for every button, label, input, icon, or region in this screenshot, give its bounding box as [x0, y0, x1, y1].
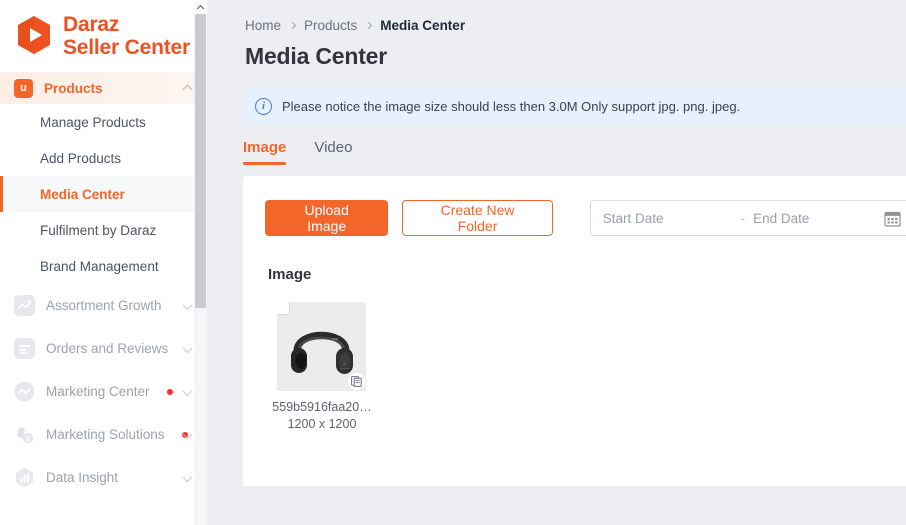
- sidebar-item-data-insight[interactable]: Data Insight: [0, 456, 207, 499]
- media-select-checkbox[interactable]: [277, 302, 290, 315]
- sidebar-item-orders-and-reviews[interactable]: Orders and Reviews: [0, 327, 207, 370]
- sidebar-item-marketing-solutions[interactable]: $ Marketing Solutions: [0, 413, 207, 456]
- upload-image-button[interactable]: Upload Image: [265, 200, 389, 236]
- megaphone-coin-icon: $: [14, 424, 35, 445]
- start-date-input[interactable]: [602, 210, 733, 226]
- tab-label: Video: [314, 139, 353, 156]
- sidebar-main-items: Assortment Growth Orders and Reviews Mar…: [0, 284, 207, 499]
- chevron-down-icon: [182, 471, 193, 482]
- scrollbar-up-button[interactable]: [194, 0, 207, 14]
- tab-bar: Image Video: [243, 139, 906, 165]
- scrollbar-thumb[interactable]: [195, 14, 206, 308]
- sidebar-item-label: Orders and Reviews: [46, 341, 169, 356]
- section-title-image: Image: [268, 266, 312, 283]
- wave-circle-icon: [14, 381, 35, 402]
- media-file-dimensions: 1200 x 1200: [287, 417, 357, 431]
- sidebar-subitem-label: Media Center: [40, 186, 125, 202]
- notification-dot: [166, 388, 173, 395]
- breadcrumb-products[interactable]: Products: [304, 18, 357, 33]
- media-panel: Upload Image Create New Folder -: [243, 176, 906, 486]
- svg-text:$: $: [26, 436, 30, 443]
- media-item[interactable]: 559b5916faa20… 1200 x 1200: [272, 302, 387, 431]
- end-date-input[interactable]: [753, 210, 884, 226]
- tab-video[interactable]: Video: [314, 139, 352, 165]
- trend-up-icon: [14, 295, 35, 316]
- document-copy-icon[interactable]: [348, 373, 365, 390]
- info-circle-icon: i: [255, 97, 272, 115]
- info-banner: i Please notice the image size should le…: [243, 87, 906, 125]
- sidebar-item-manage-products[interactable]: Manage Products: [0, 104, 207, 140]
- sidebar-item-marketing-center[interactable]: Marketing Center: [0, 370, 207, 413]
- toolbar: Upload Image Create New Folder -: [265, 200, 906, 236]
- daraz-logo-icon: [18, 16, 50, 54]
- brand-line1: Daraz: [63, 13, 120, 37]
- tab-label: Image: [243, 139, 287, 156]
- products-bag-icon: u: [14, 78, 33, 98]
- sidebar-item-label: Data Insight: [46, 470, 119, 485]
- chevron-down-icon: [182, 342, 193, 353]
- breadcrumb: Home Products Media Center: [221, 0, 906, 33]
- brand-line2: Seller Center: [63, 36, 190, 59]
- sidebar-subitems: Manage Products Add Products Media Cente…: [0, 104, 207, 284]
- sidebar-item-label: Marketing Center: [46, 384, 150, 399]
- app-root: Daraz Seller Center u Products Manage Pr…: [0, 0, 906, 525]
- sidebar-item-fulfilment-by-daraz[interactable]: Fulfilment by Daraz: [0, 212, 207, 248]
- sidebar-subitem-label: Fulfilment by Daraz: [40, 222, 157, 238]
- calendar-icon[interactable]: [884, 210, 901, 232]
- chevron-right-icon: [365, 21, 373, 30]
- sidebar-scrollbar[interactable]: [194, 0, 207, 525]
- media-file-name: 559b5916faa20…: [272, 400, 372, 414]
- sidebar-item-label: Marketing Solutions: [46, 427, 165, 442]
- chevron-right-icon: [288, 21, 297, 30]
- create-new-folder-button[interactable]: Create New Folder: [402, 200, 553, 236]
- info-banner-text: Please notice the image size should less…: [282, 98, 741, 114]
- sidebar-subitem-label: Add Products: [40, 150, 122, 166]
- main-content: Home Products Media Center Media Center …: [207, 0, 906, 525]
- sidebar-item-assortment-growth[interactable]: Assortment Growth: [0, 284, 207, 327]
- media-thumbnail[interactable]: [277, 302, 366, 391]
- sidebar-item-brand-management[interactable]: Brand Management: [0, 248, 207, 284]
- page-title: Media Center: [245, 43, 388, 69]
- sidebar-subitem-label: Manage Products: [40, 114, 146, 130]
- date-range-picker[interactable]: -: [589, 200, 906, 236]
- sidebar-item-media-center[interactable]: Media Center: [0, 176, 207, 212]
- date-range-separator: -: [740, 210, 746, 226]
- brand-header[interactable]: Daraz Seller Center: [0, 0, 207, 72]
- brand-name: Daraz Seller Center: [63, 13, 190, 59]
- chevron-down-icon: [182, 299, 193, 310]
- sidebar-group-label: Products: [44, 80, 103, 96]
- chevron-up-icon[interactable]: [182, 84, 193, 95]
- sidebar-item-label: Assortment Growth: [46, 298, 162, 313]
- tab-image[interactable]: Image: [243, 139, 287, 165]
- sidebar-subitem-label: Brand Management: [40, 258, 159, 274]
- list-lines-icon: [14, 338, 35, 359]
- breadcrumb-current: Media Center: [380, 18, 466, 33]
- breadcrumb-home[interactable]: Home: [245, 18, 281, 33]
- bar-chart-icon: [14, 467, 35, 488]
- chevron-down-icon: [182, 385, 193, 396]
- chevron-up-icon: [196, 4, 205, 12]
- sidebar-group-products[interactable]: u Products: [0, 72, 207, 104]
- sidebar: Daraz Seller Center u Products Manage Pr…: [0, 0, 207, 525]
- sidebar-item-add-products[interactable]: Add Products: [0, 140, 207, 176]
